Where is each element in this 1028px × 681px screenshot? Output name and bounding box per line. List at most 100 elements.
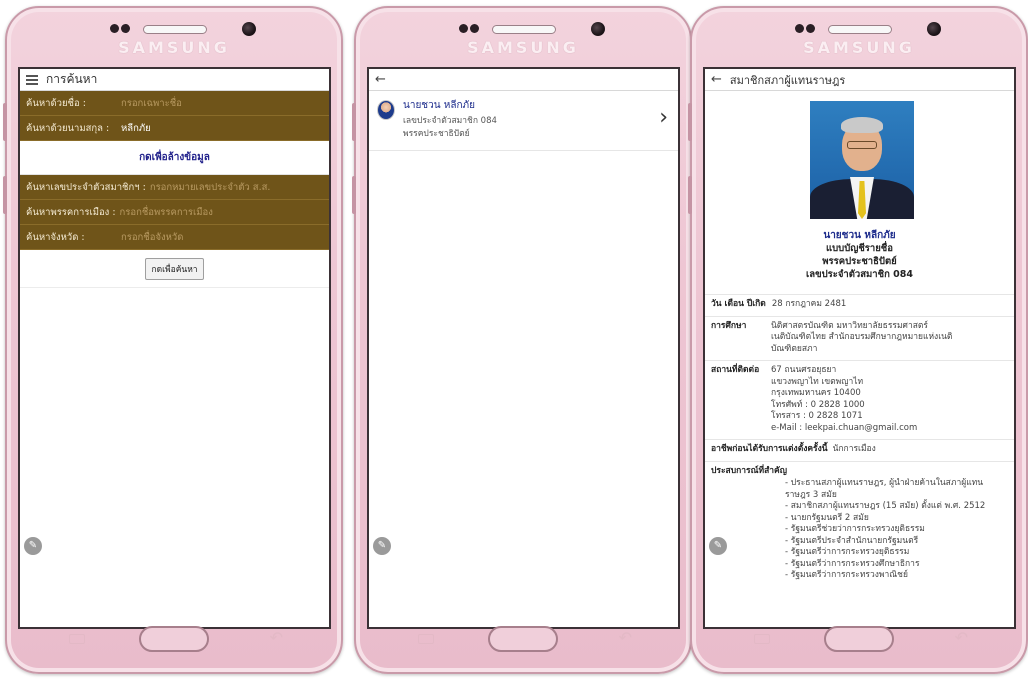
sensor-dot bbox=[806, 24, 815, 33]
front-camera bbox=[242, 22, 256, 36]
detail-label: การศึกษา bbox=[711, 320, 747, 331]
back-arrow-icon[interactable]: ← bbox=[375, 72, 386, 87]
list-item: ราษฎร 3 สมัย bbox=[785, 489, 837, 500]
result-name: นายชวน หลีกภัย bbox=[403, 100, 475, 111]
birth-value: 28 กรกฎาคม 2481 bbox=[771, 299, 847, 309]
volume-button bbox=[352, 103, 356, 141]
experience-list: - ประธานสภาผู้แทนราษฎร, ผู้นำฝ่ายค้านในส… bbox=[711, 478, 1008, 582]
page-title: สมาชิกสภาผู้แทนราษฎร bbox=[729, 73, 846, 87]
member-portrait bbox=[810, 101, 914, 219]
hamburger-menu-icon[interactable] bbox=[26, 74, 38, 85]
surname-input[interactable]: หลีกภัย bbox=[121, 121, 151, 136]
home-button[interactable] bbox=[139, 626, 209, 652]
occupation-row: อาชีพก่อนได้รับการแต่งตั้งครั้งนี้ นักกา… bbox=[705, 439, 1014, 461]
list-item: - รัฐมนตรีว่าการกระทรวงพาณิชย์ bbox=[785, 570, 908, 580]
avatar bbox=[377, 100, 395, 120]
field-label: ค้นหาด้วยนามสกุล : bbox=[26, 122, 110, 134]
floating-assist-icon[interactable]: ✎ bbox=[709, 537, 727, 555]
phone-profile: SAMSUNG ← สมาชิกสภาผู้แทนราษฎร นายชวน หล… bbox=[688, 6, 1028, 674]
detail-label: สถานที่ติดต่อ bbox=[711, 365, 760, 375]
volume-button bbox=[3, 176, 7, 214]
list-item: - นายกรัฐมนตรี 2 สมัย bbox=[785, 512, 869, 523]
screen: ← นายชวน หลีกภัย เลขประจำตัวสมาชิก 084 พ… bbox=[367, 67, 680, 629]
sensor-dot bbox=[470, 24, 479, 33]
province-input[interactable]: กรอกชื่อจังหวัด bbox=[121, 230, 183, 245]
app-header: ← bbox=[369, 69, 678, 91]
contact-line: โทรสาร : 0 2828 1071 bbox=[771, 411, 863, 421]
party-input[interactable]: กรอกชื่อพรรคการเมือง bbox=[120, 205, 213, 220]
list-item: - สมาชิกสภาผู้แทนราษฎร (15 สมัย) ตั้งแต่… bbox=[785, 501, 986, 511]
phone-top-bezel bbox=[692, 21, 1026, 39]
list-item: - รัฐมนตรีว่าการกระทรวงศึกษาธิการ bbox=[785, 558, 920, 569]
name-input[interactable]: กรอกเฉพาะชื่อ bbox=[121, 96, 182, 111]
list-item: - รัฐมนตรีประจำสำนักนายกรัฐมนตรี bbox=[785, 535, 919, 546]
list-item[interactable]: นายชวน หลีกภัย เลขประจำตัวสมาชิก 084 พรร… bbox=[369, 91, 678, 151]
contact-line: แขวงพญาไท เขตพญาไท bbox=[771, 376, 864, 387]
profile-heading: นายชวน หลีกภัย แบบบัญชีรายชื่อ พรรคประชา… bbox=[705, 229, 1014, 281]
recent-apps-icon[interactable] bbox=[69, 634, 85, 644]
search-by-surname-row[interactable]: ค้นหาด้วยนามสกุล : หลีกภัย bbox=[20, 116, 329, 141]
back-nav-icon[interactable]: ↶ bbox=[955, 628, 968, 647]
education-value: นิติศาสตรบัณฑิต มหาวิทยาลัยธรรมศาสตร์ เน… bbox=[767, 321, 952, 356]
sensor-dot bbox=[795, 24, 804, 33]
member-party: พรรคประชาธิปัตย์ bbox=[822, 256, 897, 267]
home-button[interactable] bbox=[824, 626, 894, 652]
member-details: วัน เดือน ปีเกิด 28 กรกฎาคม 2481 การศึกษ… bbox=[705, 294, 1014, 587]
back-nav-icon[interactable]: ↶ bbox=[270, 628, 283, 647]
clear-data-button[interactable]: กดเพื่อล้างข้อมูล bbox=[20, 141, 329, 175]
result-party: พรรคประชาธิปัตย์ bbox=[403, 129, 470, 139]
back-nav-icon[interactable]: ↶ bbox=[619, 628, 632, 647]
speaker-grille bbox=[143, 25, 207, 34]
recent-apps-icon[interactable] bbox=[754, 634, 770, 644]
screen: การค้นหา ค้นหาด้วยชื่อ : กรอกเฉพาะชื่อ ค… bbox=[18, 67, 331, 629]
search-by-name-row[interactable]: ค้นหาด้วยชื่อ : กรอกเฉพาะชื่อ bbox=[20, 91, 329, 116]
education-line: เนติบัณฑิตไทย สำนักอบรมศึกษากฎหมายแห่งเน… bbox=[771, 332, 953, 342]
list-item: - รัฐมนตรีช่วยว่าการกระทรวงยุติธรรม bbox=[785, 524, 925, 534]
education-row: การศึกษา นิติศาสตรบัณฑิต มหาวิทยาลัยธรรม… bbox=[705, 315, 1014, 361]
education-line: นิติศาสตรบัณฑิต มหาวิทยาลัยธรรมศาสตร์ bbox=[771, 320, 928, 331]
speaker-grille bbox=[492, 25, 556, 34]
floating-assist-icon[interactable]: ✎ bbox=[24, 537, 42, 555]
result-member-no: เลขประจำตัวสมาชิก 084 bbox=[403, 116, 497, 126]
search-by-province-row[interactable]: ค้นหาจังหวัด : กรอกชื่อจังหวัด bbox=[20, 225, 329, 250]
member-number: เลขประจำตัวสมาชิก 084 bbox=[806, 269, 913, 280]
back-arrow-icon[interactable]: ← bbox=[711, 72, 722, 87]
floating-assist-icon[interactable]: ✎ bbox=[373, 537, 391, 555]
detail-label: ประสบการณ์ที่สำคัญ bbox=[711, 465, 787, 476]
sensor-dot bbox=[110, 24, 119, 33]
contact-row: สถานที่ติดต่อ 67 ถนนศรอยุธยา แขวงพญาไท เ… bbox=[705, 360, 1014, 439]
contact-value: 67 ถนนศรอยุธยา แขวงพญาไท เขตพญาไท กรุงเท… bbox=[767, 365, 917, 434]
phone-top-bezel bbox=[356, 21, 690, 39]
sensor-dot bbox=[121, 24, 130, 33]
brand-logo: SAMSUNG bbox=[803, 38, 915, 57]
volume-button bbox=[3, 103, 7, 141]
phone-search: SAMSUNG การค้นหา ค้นหาด้วยชื่อ : กรอกเฉพ… bbox=[3, 6, 343, 674]
brand-logo: SAMSUNG bbox=[467, 38, 579, 57]
field-label: ค้นหาจังหวัด : bbox=[26, 231, 85, 243]
search-by-party-row[interactable]: ค้นหาพรรคการเมือง : กรอกชื่อพรรคการเมือง bbox=[20, 200, 329, 225]
recent-apps-icon[interactable] bbox=[418, 634, 434, 644]
screen: ← สมาชิกสภาผู้แทนราษฎร นายชวน หลีกภัย แบ… bbox=[703, 67, 1016, 629]
list-item: - รัฐมนตรีว่าการกระทรวงยุติธรรม bbox=[785, 547, 910, 557]
experience-row: ประสบการณ์ที่สำคัญ - ประธานสภาผู้แทนราษฎ… bbox=[705, 460, 1014, 587]
contact-line: โทรศัพท์ : 0 2828 1000 bbox=[771, 399, 865, 410]
front-camera bbox=[927, 22, 941, 36]
detail-label: อาชีพก่อนได้รับการแต่งตั้งครั้งนี้ bbox=[711, 444, 828, 454]
chevron-right-icon[interactable]: › bbox=[659, 105, 668, 130]
field-label: ค้นหาพรรคการเมือง : bbox=[26, 206, 116, 218]
phone-top-bezel bbox=[7, 21, 341, 39]
occupation-value: นักการเมือง bbox=[832, 444, 876, 454]
email-link[interactable]: e-Mail : leekpai.chuan@gmail.com bbox=[771, 423, 917, 435]
front-camera bbox=[591, 22, 605, 36]
search-button[interactable]: กดเพื่อค้นหา bbox=[145, 257, 204, 280]
member-no-input[interactable]: กรอกหมายเลขประจำตัว ส.ส. bbox=[150, 180, 271, 195]
field-label: ค้นหาเลขประจำตัวสมาชิกฯ : bbox=[26, 181, 146, 193]
phone-results: SAMSUNG ← นายชวน หลีกภัย เลขประจำตัวสมาช… bbox=[352, 6, 692, 674]
detail-label: วัน เดือน ปีเกิด bbox=[711, 299, 766, 309]
search-by-member-no-row[interactable]: ค้นหาเลขประจำตัวสมาชิกฯ : กรอกหมายเลขประ… bbox=[20, 175, 329, 200]
volume-button bbox=[688, 103, 692, 141]
home-button[interactable] bbox=[488, 626, 558, 652]
list-item: - ประธานสภาผู้แทนราษฎร, ผู้นำฝ่ายค้านในส… bbox=[785, 478, 984, 488]
member-name: นายชวน หลีกภัย bbox=[823, 230, 896, 241]
app-header: การค้นหา bbox=[20, 69, 329, 91]
